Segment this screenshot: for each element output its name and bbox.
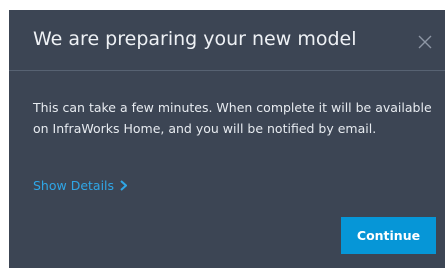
close-icon[interactable] — [418, 34, 432, 49]
dialog-header: We are preparing your new model — [9, 10, 445, 71]
dialog-message: This can take a few minutes. When comple… — [33, 100, 432, 136]
preparing-model-dialog: We are preparing your new model This can… — [9, 10, 445, 268]
show-details-link[interactable]: Show Details — [33, 178, 128, 193]
chevron-right-icon — [120, 180, 128, 191]
continue-button[interactable]: Continue — [341, 217, 436, 254]
dialog-title: We are preparing your new model — [33, 28, 357, 50]
show-details-label: Show Details — [33, 178, 115, 193]
